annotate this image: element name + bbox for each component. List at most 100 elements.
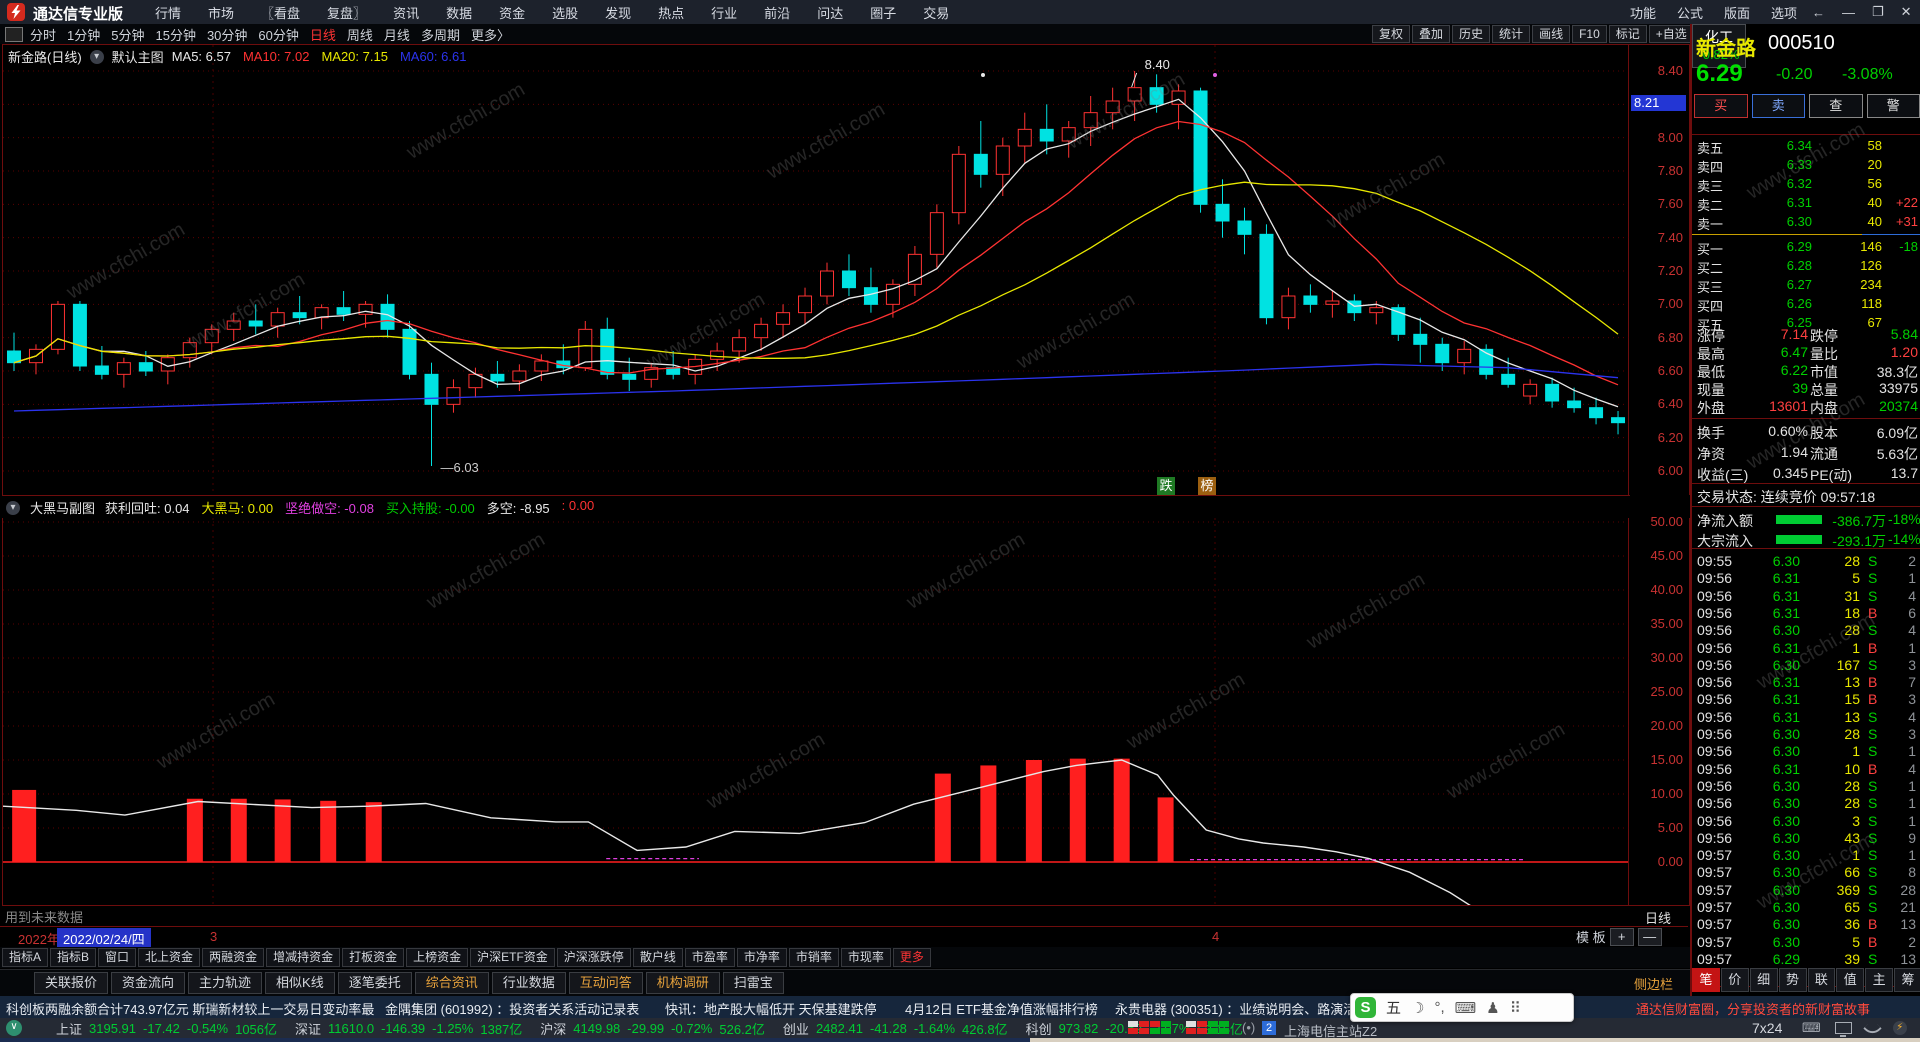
window-layout-icon[interactable] [5, 27, 23, 42]
bid-row[interactable]: 买四 6.26 118 [1692, 296, 1920, 315]
keyboard-icon[interactable]: ⌨ [1802, 1020, 1821, 1036]
window-control-back[interactable]: ← [1812, 5, 1825, 20]
period-日线[interactable]: 日线 [310, 25, 336, 44]
menu-item[interactable]: 前沿 [764, 3, 790, 22]
moon-icon[interactable]: ☽ [1411, 999, 1424, 1017]
tab-上榜资金[interactable]: 上榜资金 [406, 948, 469, 967]
tab-指标B[interactable]: 指标B [50, 948, 97, 967]
menu-item[interactable]: 行业 [711, 3, 737, 22]
menu-item[interactable]: 版面 [1724, 3, 1750, 22]
template-label[interactable]: 模 板 [1576, 927, 1606, 946]
period-更多〉[interactable]: 更多〉 [471, 25, 510, 44]
index-quote-沪深[interactable]: 沪深 4149.98 -29.99 -0.72% 526.2亿 [540, 1019, 765, 1038]
ask-row[interactable]: 卖二 6.31 40 +22 [1692, 195, 1920, 214]
window-control-close[interactable]: ✕ [1901, 4, 1912, 20]
toolbar-button[interactable]: 画线 [1532, 25, 1571, 43]
menu-item[interactable]: 圈子 [870, 3, 896, 22]
menu-item[interactable]: 市场 [208, 3, 234, 22]
ask-row[interactable]: 卖五 6.34 58 [1692, 138, 1920, 157]
tab-扫雷宝[interactable]: 扫雷宝 [722, 972, 784, 994]
tab-散户线[interactable]: 散户线 [632, 948, 683, 967]
grid-icon[interactable]: ⠿ [1510, 999, 1521, 1017]
stock-name[interactable]: 新金路 [1696, 32, 1756, 61]
message-count-badge[interactable]: 2 [1262, 1021, 1276, 1035]
period-月线[interactable]: 月线 [384, 25, 410, 44]
tab-关联报价[interactable]: 关联报价 [34, 972, 109, 994]
quote-tab-价[interactable]: 价 [1720, 968, 1749, 992]
menu-item[interactable]: 交易 [923, 3, 949, 22]
bid-row[interactable]: 买一 6.29 146 -18 [1692, 239, 1920, 258]
news-item-highlight[interactable]: 通达信财富圈，分享投资者的新财富故事 [1636, 999, 1870, 1018]
chevron-down-icon[interactable]: ▾ [89, 49, 104, 64]
ask-row[interactable]: 卖三 6.32 56 [1692, 176, 1920, 195]
user-icon[interactable]: ♟ [1486, 999, 1499, 1017]
menu-item[interactable]: 行情 [155, 3, 181, 22]
action-button-卖[interactable]: 卖 [1751, 94, 1805, 118]
tab-机构调研[interactable]: 机构调研 [645, 972, 720, 994]
tab-指标A[interactable]: 指标A [2, 948, 49, 967]
ime-candidate[interactable]: 五 [1386, 997, 1401, 1018]
toolbar-button[interactable]: 叠加 [1412, 25, 1451, 43]
rank-badge[interactable]: 榜 [1198, 477, 1216, 495]
menu-item[interactable]: 公式 [1677, 3, 1703, 22]
zoom-out-button[interactable]: — [1637, 927, 1662, 946]
tab-逐笔委托[interactable]: 逐笔委托 [337, 972, 412, 994]
tab-市销率[interactable]: 市销率 [788, 948, 839, 967]
ask-row[interactable]: 卖一 6.30 40 +31 [1692, 214, 1920, 233]
news-item[interactable]: 金隅集团 (601992) ：投资者关系活动记录表 [385, 999, 639, 1018]
tab-市净率[interactable]: 市净率 [736, 948, 787, 967]
mode-7x24[interactable]: 7x24 [1752, 1020, 1782, 1036]
zoom-in-button[interactable]: + [1609, 927, 1634, 946]
tab-沪深ETF资金[interactable]: 沪深ETF资金 [470, 948, 555, 967]
news-item[interactable]: 科创板两融余额合计743.97亿元 斯瑞新材较上一交易日变动率最 [6, 999, 374, 1018]
index-quote-上证[interactable]: 上证 3195.91 -17.42 -0.54% 1056亿 [56, 1019, 277, 1038]
window-control-minimize[interactable]: — [1842, 5, 1855, 20]
toolbar-button[interactable]: 复权 [1372, 25, 1411, 43]
quote-tab-值[interactable]: 值 [1836, 968, 1865, 992]
toolbar-button[interactable]: 历史 [1452, 25, 1491, 43]
toolbar-button[interactable]: 统计 [1492, 25, 1531, 43]
tab-互动问答[interactable]: 互动问答 [568, 972, 643, 994]
lightning-icon[interactable]: ⚡ [1892, 1021, 1907, 1035]
quote-tab-主[interactable]: 主 [1865, 968, 1894, 992]
toolbar-button[interactable]: 标记 [1608, 25, 1647, 43]
menu-item[interactable]: 发现 [605, 3, 631, 22]
tab-沪深涨跌停[interactable]: 沪深涨跌停 [556, 948, 631, 967]
fall-badge[interactable]: 跌 [1157, 477, 1175, 495]
quote-tab-细[interactable]: 细 [1749, 968, 1778, 992]
quote-tab-筹[interactable]: 筹 [1894, 968, 1920, 992]
keyboard-icon[interactable]: ⌨ [1455, 999, 1477, 1017]
menu-item[interactable]: 功能 [1630, 3, 1656, 22]
tab-窗口[interactable]: 窗口 [98, 948, 137, 967]
period-60分钟[interactable]: 60分钟 [258, 25, 298, 44]
ime-logo-icon[interactable]: S [1355, 997, 1376, 1018]
tab-市现率[interactable]: 市现率 [840, 948, 891, 967]
collapse-chevrons-icon[interactable]: ∨ [6, 1020, 22, 1036]
quote-tab-联[interactable]: 联 [1807, 968, 1836, 992]
tab-更多[interactable]: 更多 [892, 948, 931, 967]
bid-row[interactable]: 买二 6.28 126 [1692, 258, 1920, 277]
menu-item[interactable]: 资讯 [393, 3, 419, 22]
bid-row[interactable]: 买三 6.27 234 [1692, 277, 1920, 296]
period-多周期[interactable]: 多周期 [421, 25, 460, 44]
menu-item[interactable]: 选项 [1771, 3, 1797, 22]
toolbar-button[interactable]: +自选 [1648, 25, 1694, 43]
market-grid-icon[interactable] [1128, 1021, 1176, 1034]
menu-item[interactable]: 〖看盘 [261, 3, 300, 22]
tab-综合资讯[interactable]: 综合资讯 [414, 972, 489, 994]
market-grid-icon[interactable] [1186, 1021, 1234, 1034]
news-item[interactable]: 4月12日 ETF基金净值涨幅排行榜 [905, 999, 1098, 1018]
menu-item[interactable]: 热点 [658, 3, 684, 22]
chevron-down-icon[interactable]: ▾ [6, 500, 20, 515]
period-1分钟[interactable]: 1分钟 [67, 25, 100, 44]
menu-item[interactable]: 问达 [817, 3, 843, 22]
ask-row[interactable]: 卖四 6.33 20 [1692, 157, 1920, 176]
tab-资金流向[interactable]: 资金流向 [111, 972, 186, 994]
stock-code[interactable]: 000510 [1768, 32, 1835, 55]
indicator-pane[interactable] [2, 518, 1629, 924]
action-button-警[interactable]: 警 [1866, 94, 1920, 118]
satellite-icon[interactable] [1863, 1018, 1882, 1038]
tab-主力轨迹[interactable]: 主力轨迹 [188, 972, 263, 994]
tab-行业数据[interactable]: 行业数据 [491, 972, 566, 994]
monitor-icon[interactable] [1834, 1022, 1852, 1037]
